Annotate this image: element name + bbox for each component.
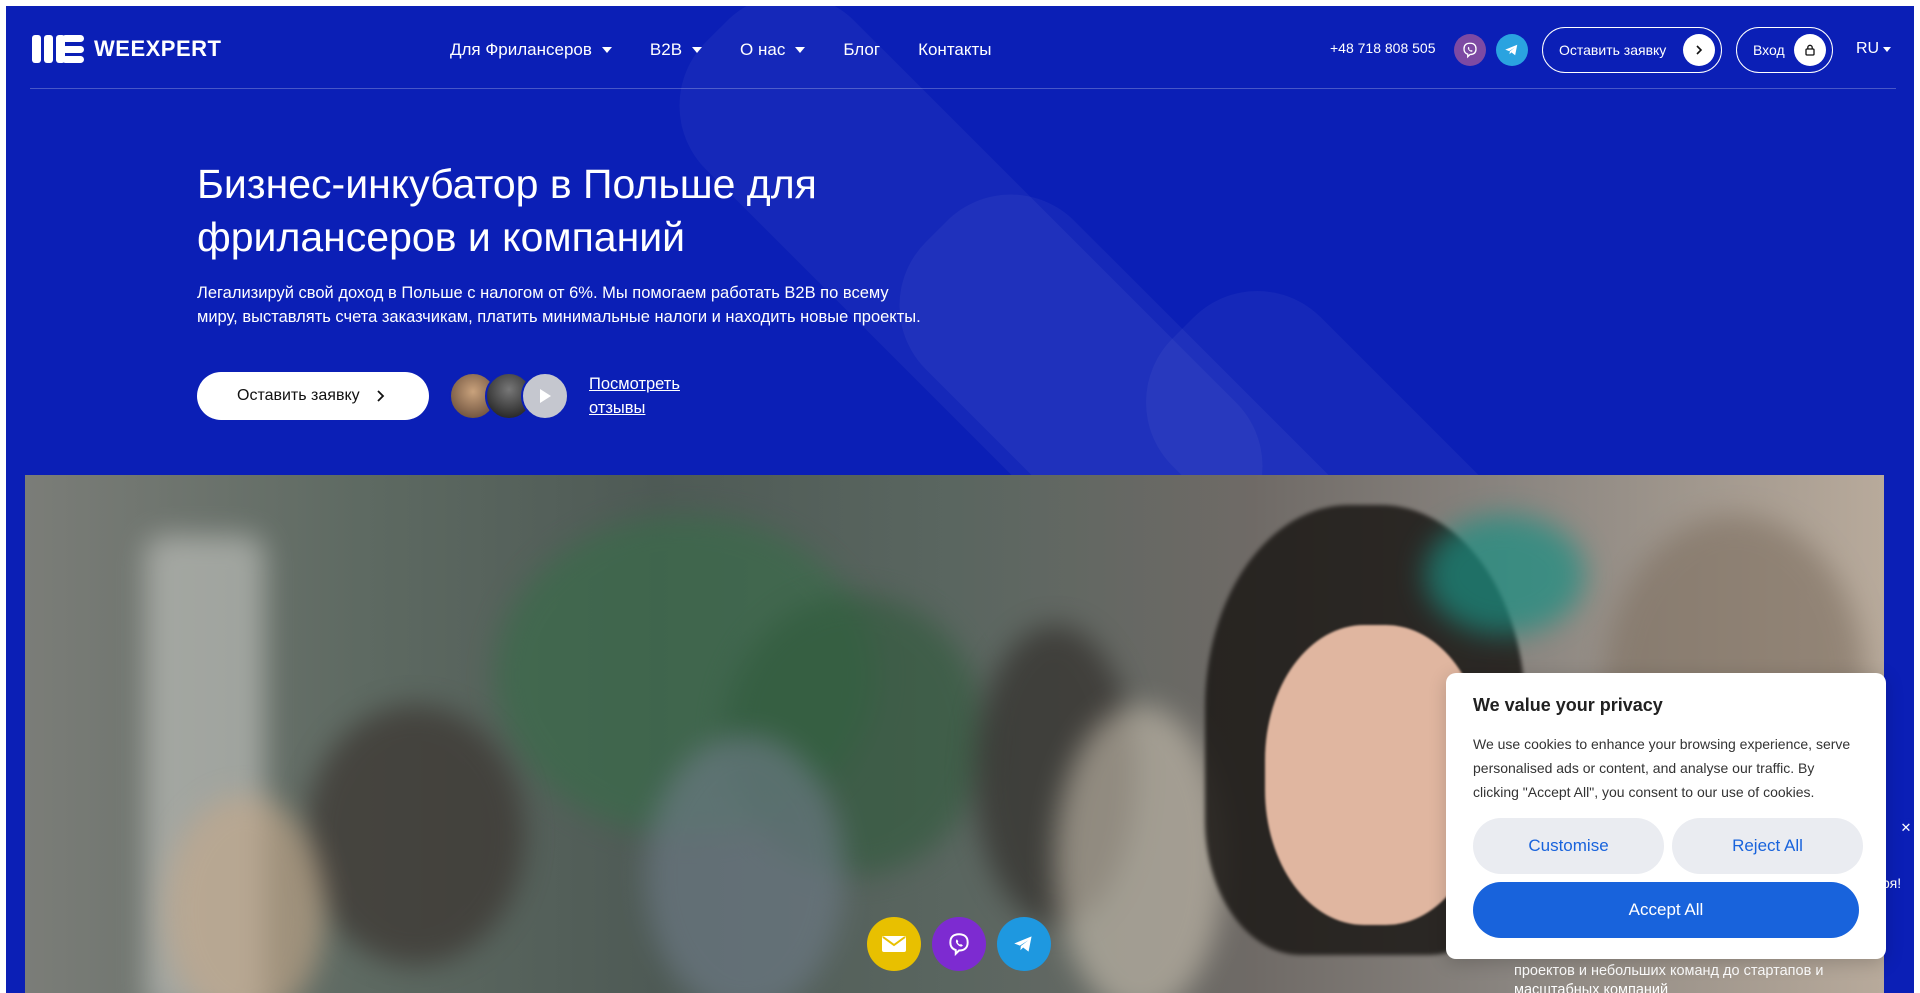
chevron-right-icon	[1683, 34, 1715, 66]
nav-item-label: Блог	[843, 40, 881, 59]
nav-item-b2b[interactable]: B2B	[649, 40, 703, 60]
logo[interactable]: WEEXPERT	[32, 35, 221, 63]
reject-all-button[interactable]: Reject All	[1672, 818, 1863, 874]
language-label: RU	[1856, 40, 1880, 57]
nav-item-label: О нас	[740, 40, 786, 59]
nav-item-blog[interactable]: Блог	[843, 40, 880, 60]
chevron-down-icon	[795, 47, 806, 53]
chevron-down-icon	[601, 47, 612, 53]
cookie-consent-dialog: We value your privacy We use cookies to …	[1446, 673, 1886, 959]
chevron-down-icon	[1883, 46, 1892, 52]
chevron-right-icon	[376, 390, 384, 402]
request-button[interactable]: Оставить заявку	[1542, 27, 1722, 73]
login-button[interactable]: Вход	[1736, 27, 1833, 73]
hero-request-label: Оставить заявку	[237, 387, 360, 404]
login-button-label: Вход	[1753, 42, 1785, 58]
lock-icon	[1794, 34, 1826, 66]
hero-description: Легализируй свой доход в Польше с налого…	[197, 284, 921, 326]
nav-item-label: Контакты	[918, 40, 992, 59]
viber-icon[interactable]	[1454, 34, 1486, 66]
floating-contacts	[867, 917, 1051, 971]
site-header: WEEXPERT Для Фриланcеров B2B О нас Блог …	[30, 6, 1896, 89]
viber-icon[interactable]	[932, 917, 986, 971]
reviews-link[interactable]: Посмотреть отзывы	[589, 372, 699, 420]
main-nav: Для Фриланcеров B2B О нас Блог Контакты	[450, 40, 992, 60]
nav-item-label: B2B	[649, 40, 683, 59]
telegram-icon[interactable]	[1496, 34, 1528, 66]
hero-request-button[interactable]: Оставить заявку	[197, 372, 429, 420]
telegram-icon[interactable]	[997, 917, 1051, 971]
hero-title: Бизнес-инкубатор в Польше для фрилансеро…	[197, 161, 817, 260]
nav-item-contacts[interactable]: Контакты	[918, 40, 991, 60]
cookie-text: We use cookies to enhance your browsing …	[1473, 736, 1851, 800]
phone-link[interactable]: +48 718 808 505	[1330, 40, 1436, 56]
customise-button[interactable]: Customise	[1473, 818, 1664, 874]
cookie-button-row: Customise Reject All	[1473, 818, 1863, 874]
nav-item-label: Для Фриланcеров	[450, 40, 592, 59]
email-icon[interactable]	[867, 917, 921, 971]
logo-icon	[32, 35, 84, 63]
logo-text: WEEXPERT	[94, 36, 222, 61]
chevron-down-icon	[692, 47, 703, 53]
play-icon[interactable]	[521, 372, 569, 420]
request-button-label: Оставить заявку	[1559, 42, 1667, 58]
nav-item-freelancers[interactable]: Для Фриланcеров	[450, 40, 612, 60]
page-frame: WEEXPERT Для Фриланcеров B2B О нас Блог …	[6, 6, 1914, 993]
accept-all-button[interactable]: Accept All	[1473, 882, 1859, 938]
cookie-title: We value your privacy	[1473, 695, 1663, 715]
language-selector[interactable]: RU	[1856, 40, 1892, 58]
review-avatars[interactable]	[449, 372, 569, 420]
nav-item-about[interactable]: О нас	[740, 40, 806, 60]
close-icon[interactable]: ✕	[1896, 818, 1914, 838]
